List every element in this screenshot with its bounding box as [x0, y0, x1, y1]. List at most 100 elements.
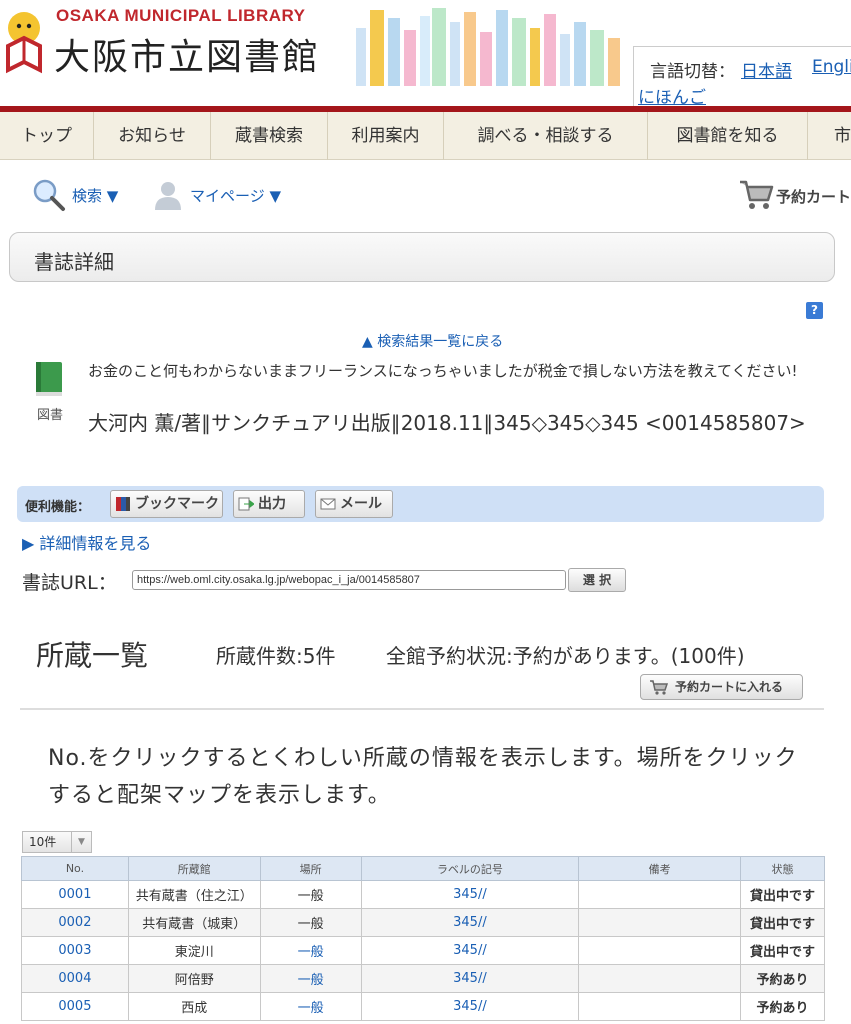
call-number-link[interactable]: 345// [453, 971, 487, 986]
nav-item-about[interactable]: 図書館を知る [648, 112, 808, 160]
logo-japanese-text[interactable]: 大阪市立図書館 [54, 28, 320, 80]
nav-item-news[interactable]: お知らせ [94, 112, 211, 160]
location-link[interactable]: 一般 [298, 945, 324, 960]
global-nav: トップ お知らせ 蔵書検索 利用案内 調べる・相談する 図書館を知る 市 [0, 112, 851, 160]
table-header-row: No. 所蔵館 場所 ラベルの記号 備考 状態 [21, 856, 825, 881]
column-header-no[interactable]: No. [21, 856, 129, 881]
cell-branch: 共有蔵書（城東） [127, 908, 261, 937]
cell-status: 貸出中です [740, 936, 825, 965]
cell-status: 予約あり [740, 992, 825, 1021]
cell-location: 一般 [259, 908, 362, 937]
item-number-link[interactable]: 0003 [58, 943, 91, 958]
search-menu-button[interactable]: 検索 ▼ [72, 185, 118, 206]
add-to-cart-button[interactable]: 予約カートに入れる [640, 674, 803, 700]
cell-note [578, 992, 742, 1021]
back-to-results-link[interactable]: ▲ 検索結果一覧に戻る [362, 331, 503, 351]
cart-icon[interactable] [738, 178, 774, 212]
nav-item-research[interactable]: 調べる・相談する [444, 112, 648, 160]
mail-button[interactable]: メール [315, 490, 393, 518]
library-logo-icon[interactable] [4, 8, 54, 74]
item-number-link[interactable]: 0001 [58, 887, 91, 902]
call-number-link[interactable]: 345// [453, 943, 487, 958]
show-details-link[interactable]: ▶ 詳細情報を見る [22, 530, 151, 554]
bib-url-label: 書誌URL： [22, 572, 117, 594]
item-number-link[interactable]: 0005 [58, 999, 91, 1014]
holdings-instructions: No.をクリックするとくわしい所蔵の情報を表示します。場所をクリックすると配架マ… [48, 746, 798, 808]
call-number-link[interactable]: 345// [453, 915, 487, 930]
utility-bar: 便利機能： ブックマーク 出力 メール [17, 486, 824, 522]
cell-branch: 共有蔵書（住之江） [127, 880, 261, 909]
bookmark-button[interactable]: ブックマーク [110, 490, 223, 518]
holdings-table: No. 所蔵館 場所 ラベルの記号 備考 状態 0001 共有蔵書（住之江） 一般 3… [21, 856, 825, 1021]
mail-icon [320, 498, 336, 510]
utility-label: 便利機能： [25, 500, 91, 515]
logo-english-text[interactable]: OSAKA MUNICIPAL LIBRARY [56, 6, 306, 26]
column-header-location[interactable]: 場所 [259, 856, 362, 881]
bib-url-field[interactable] [132, 570, 566, 590]
call-number-link[interactable]: 345// [453, 887, 487, 902]
table-row: 0005 西成 一般 345// 予約あり [21, 992, 825, 1021]
table-row: 0004 阿倍野 一般 345// 予約あり [21, 964, 825, 993]
holdings-divider [20, 708, 824, 710]
bookshelf-decoration-icon [356, 8, 620, 86]
cell-note [578, 908, 742, 937]
chevron-down-icon: ▼ [71, 832, 91, 852]
reservation-status: 全館予約状況:予約があります。(100件) [386, 644, 745, 668]
nav-item-catalog-search[interactable]: 蔵書検索 [211, 112, 328, 160]
column-header-branch[interactable]: 所蔵館 [127, 856, 261, 881]
per-page-select[interactable]: 10件 ▼ [22, 831, 92, 853]
column-header-status[interactable]: 状態 [740, 856, 825, 881]
output-button-label: 出力 [258, 496, 286, 512]
cell-label: 345// [360, 936, 580, 965]
cart-icon [650, 680, 669, 695]
help-icon[interactable]: ? [806, 302, 823, 319]
cell-status: 貸出中です [740, 908, 825, 937]
location-text: 一般 [297, 889, 324, 904]
cell-no: 0002 [21, 908, 129, 937]
export-icon [238, 497, 254, 511]
bookmark-icon [116, 497, 130, 511]
search-icon[interactable] [32, 178, 66, 212]
column-header-label[interactable]: ラベルの記号 [360, 856, 580, 881]
item-number-link[interactable]: 0004 [58, 971, 91, 986]
cell-note [578, 964, 742, 993]
language-label: 言語切替： [650, 62, 735, 82]
holdings-table-body: 0001 共有蔵書（住之江） 一般 345// 貸出中です 0002 共有蔵書（城東） 一般 3… [21, 880, 825, 1021]
cell-location: 一般 [259, 964, 362, 993]
cell-label: 345// [360, 964, 580, 993]
output-button[interactable]: 出力 [233, 490, 305, 518]
language-switcher: 言語切替： 日本語 English にほんご [633, 46, 851, 108]
book-metadata: 大河内 薫/著∥サンクチュアリ出版∥2018.11∥345◇345◇345 <0… [88, 411, 806, 435]
book-type-icon: 図書 [32, 360, 68, 423]
call-number-link[interactable]: 345// [453, 999, 487, 1014]
cell-location: 一般 [259, 880, 362, 909]
book-title: お金のこと何もわからないままフリーランスになっちゃいましたが税金で損しない方法を… [88, 362, 798, 380]
item-number-link[interactable]: 0002 [58, 915, 91, 930]
language-japanese-link[interactable]: 日本語 [741, 57, 792, 82]
column-header-note[interactable]: 備考 [578, 856, 742, 881]
page-title-bar: 書誌詳細 [9, 232, 835, 282]
language-hiragana-link[interactable]: にほんご [638, 83, 706, 108]
location-text: 一般 [297, 917, 324, 932]
nav-item-city[interactable]: 市 [808, 112, 851, 160]
table-row: 0003 東淀川 一般 345// 貸出中です [21, 936, 825, 965]
cell-label: 345// [360, 908, 580, 937]
cell-status: 予約あり [740, 964, 825, 993]
cell-location: 一般 [259, 992, 362, 1021]
reservation-cart-link[interactable]: 予約カート [776, 186, 851, 207]
add-to-cart-label: 予約カートに入れる [675, 680, 784, 694]
language-english-link[interactable]: English [812, 57, 851, 77]
nav-item-top[interactable]: トップ [0, 112, 94, 160]
cell-no: 0003 [21, 936, 129, 965]
book-icon [36, 362, 62, 396]
cell-label: 345// [360, 880, 580, 909]
nav-item-guide[interactable]: 利用案内 [328, 112, 444, 160]
mypage-menu-button[interactable]: マイページ ▼ [190, 185, 281, 206]
location-link[interactable]: 一般 [298, 973, 324, 988]
cell-location: 一般 [259, 936, 362, 965]
location-link[interactable]: 一般 [298, 1001, 324, 1016]
user-icon[interactable] [154, 180, 182, 210]
holdings-title: 所蔵一覧 [36, 639, 149, 672]
select-url-button[interactable]: 選 択 [568, 568, 626, 592]
cell-label: 345// [360, 992, 580, 1021]
